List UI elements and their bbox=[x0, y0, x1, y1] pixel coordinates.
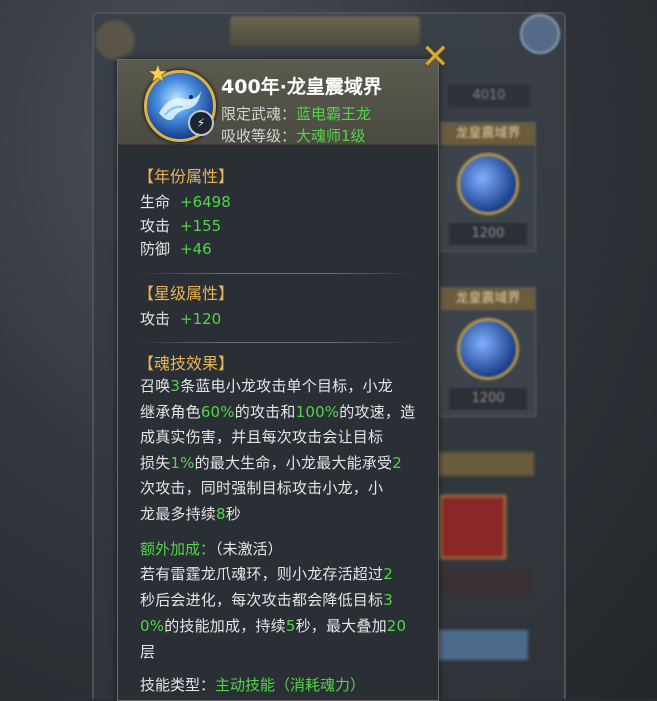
shop-card-cost: 1200 bbox=[449, 223, 527, 245]
exchange-window-title bbox=[230, 16, 420, 46]
bonus-label: 额外加成： bbox=[140, 540, 216, 558]
limit-value: 蓝电霸王龙 bbox=[296, 105, 372, 123]
shop-card-header: 龙皇震域界 bbox=[441, 123, 535, 145]
highlight-value: 100% bbox=[295, 402, 340, 421]
shop-card[interactable]: 龙皇震域界 1200 bbox=[440, 122, 536, 252]
exchange-button[interactable] bbox=[430, 630, 528, 660]
close-icon[interactable]: ✕ bbox=[421, 40, 450, 74]
window-close-button[interactable] bbox=[520, 14, 560, 54]
item-icon[interactable] bbox=[440, 495, 506, 559]
skill-effect-title: 【魂技效果】 bbox=[138, 354, 235, 373]
skill-type-value: 主动技能（消耗魂力） bbox=[215, 676, 366, 694]
section-divider bbox=[138, 273, 416, 274]
highlight-value: 60% bbox=[200, 402, 235, 421]
soul-ring-tooltip: ★ ⚡ 400年·龙皇震域界 限定武魂：蓝电霸王龙 吸收等级：大魂师1级 【年份… bbox=[117, 59, 439, 701]
description-text: 的技能加成，持续 bbox=[164, 617, 286, 635]
shop-card-cost: 1200 bbox=[449, 388, 527, 410]
shop-card-header bbox=[438, 452, 534, 476]
tooltip-header: ★ ⚡ 400年·龙皇震域界 限定武魂：蓝电霸王龙 吸收等级：大魂师1级 bbox=[118, 60, 438, 145]
star-icon: ★ bbox=[148, 62, 168, 87]
description-line: 损失1%的最大生命，小龙最大能承受2 bbox=[140, 452, 402, 473]
bonus-status: （未激活） bbox=[215, 540, 283, 558]
soul-ring-icon bbox=[457, 318, 519, 380]
description-text: 的攻击和 bbox=[234, 402, 296, 421]
shop-card-cost bbox=[440, 570, 532, 596]
stat-row: 攻击 +120 bbox=[140, 308, 221, 329]
stat-name: 生命 bbox=[140, 193, 171, 211]
description-text: 层 bbox=[140, 643, 156, 661]
description-line: 层 bbox=[140, 641, 155, 662]
description-line: 若有雷霆龙爪魂环，则小龙存活超过2 bbox=[140, 563, 393, 584]
lightning-type-icon: ⚡ bbox=[188, 110, 214, 136]
stat-row: 攻击 +155 bbox=[140, 215, 221, 236]
description-text: 损失 bbox=[140, 453, 171, 472]
frame-corner-ornament bbox=[95, 20, 135, 60]
description-text: 的最大生命，小龙最大能承受 bbox=[194, 453, 393, 472]
stat-row: 生命 +6498 bbox=[140, 191, 231, 212]
highlight-value: 2 bbox=[383, 565, 393, 583]
stat-name: 攻击 bbox=[140, 310, 171, 328]
highlight-value: 3 bbox=[383, 591, 393, 609]
description-text: 若有雷霆龙爪魂环，则小龙存活超过 bbox=[140, 565, 384, 583]
shop-card-header: 龙皇震域界 bbox=[441, 288, 535, 310]
description-text: 龙最多持续 bbox=[140, 504, 217, 523]
highlight-value: 1% bbox=[170, 453, 195, 472]
highlight-value: 20 bbox=[386, 617, 407, 635]
stat-name: 防御 bbox=[140, 240, 171, 258]
description-line: 秒后会进化，每次攻击都会降低目标3 bbox=[140, 589, 393, 610]
description-text: 秒，最大叠加 bbox=[295, 617, 387, 635]
description-line: 召唤3条蓝电小龙攻击单个目标，小龙 bbox=[140, 375, 393, 396]
stat-value: +6498 bbox=[180, 193, 231, 211]
highlight-value: 3 bbox=[170, 377, 181, 395]
description-text: 继承角色 bbox=[140, 402, 201, 421]
shop-card[interactable]: 龙皇震域界 1200 bbox=[440, 287, 536, 417]
highlight-value: 0% bbox=[140, 617, 165, 635]
stat-value: +120 bbox=[180, 310, 222, 328]
description-text: 的攻速，造 bbox=[339, 402, 416, 421]
description-text: 召唤 bbox=[140, 377, 171, 395]
limit-label: 限定武魂： bbox=[221, 105, 297, 123]
limit-line: 限定武魂：蓝电霸王龙 bbox=[221, 103, 371, 124]
description-text: 秒 bbox=[225, 504, 241, 523]
highlight-value: 8 bbox=[216, 504, 226, 523]
stat-value: +155 bbox=[180, 217, 222, 235]
description-line: 继承角色60%的攻击和100%的攻速，造 bbox=[140, 401, 415, 422]
section-divider bbox=[138, 342, 416, 343]
description-line: 龙最多持续8秒 bbox=[140, 503, 241, 524]
description-text: 成真实伤害，并且每次攻击会让目标 bbox=[140, 428, 384, 446]
bonus-header: 额外加成：（未激活） bbox=[140, 538, 283, 559]
highlight-value: 5 bbox=[285, 617, 296, 635]
description-text: 条蓝电小龙攻击单个目标，小龙 bbox=[180, 377, 393, 395]
soul-ring-icon bbox=[457, 153, 519, 215]
currency-pill: 4010 bbox=[448, 84, 530, 108]
skill-type-line: 技能类型：主动技能（消耗魂力） bbox=[140, 674, 365, 695]
description-text: 秒后会进化，每次攻击都会降低目标 bbox=[140, 591, 384, 609]
level-label: 吸收等级： bbox=[221, 127, 297, 145]
ring-title: 400年·龙皇震域界 bbox=[221, 76, 382, 98]
level-value: 大魂师1级 bbox=[296, 127, 366, 145]
description-line: 次攻击，同时强制目标攻击小龙，小 bbox=[140, 477, 383, 498]
stat-value: +46 bbox=[180, 240, 212, 258]
description-text: 次攻击，同时强制目标攻击小龙，小 bbox=[140, 479, 384, 497]
highlight-value: 2 bbox=[392, 453, 402, 472]
stat-row: 防御 +46 bbox=[140, 238, 212, 259]
year-attrs-title: 【年份属性】 bbox=[138, 167, 235, 186]
description-line: 成真实伤害，并且每次攻击会让目标 bbox=[140, 426, 383, 447]
description-line: 0%的技能加成，持续5秒，最大叠加20 bbox=[140, 615, 406, 636]
level-line: 吸收等级：大魂师1级 bbox=[221, 125, 366, 146]
star-attrs-title: 【星级属性】 bbox=[138, 284, 235, 303]
skill-type-label: 技能类型： bbox=[140, 676, 216, 694]
stat-name: 攻击 bbox=[140, 217, 171, 235]
